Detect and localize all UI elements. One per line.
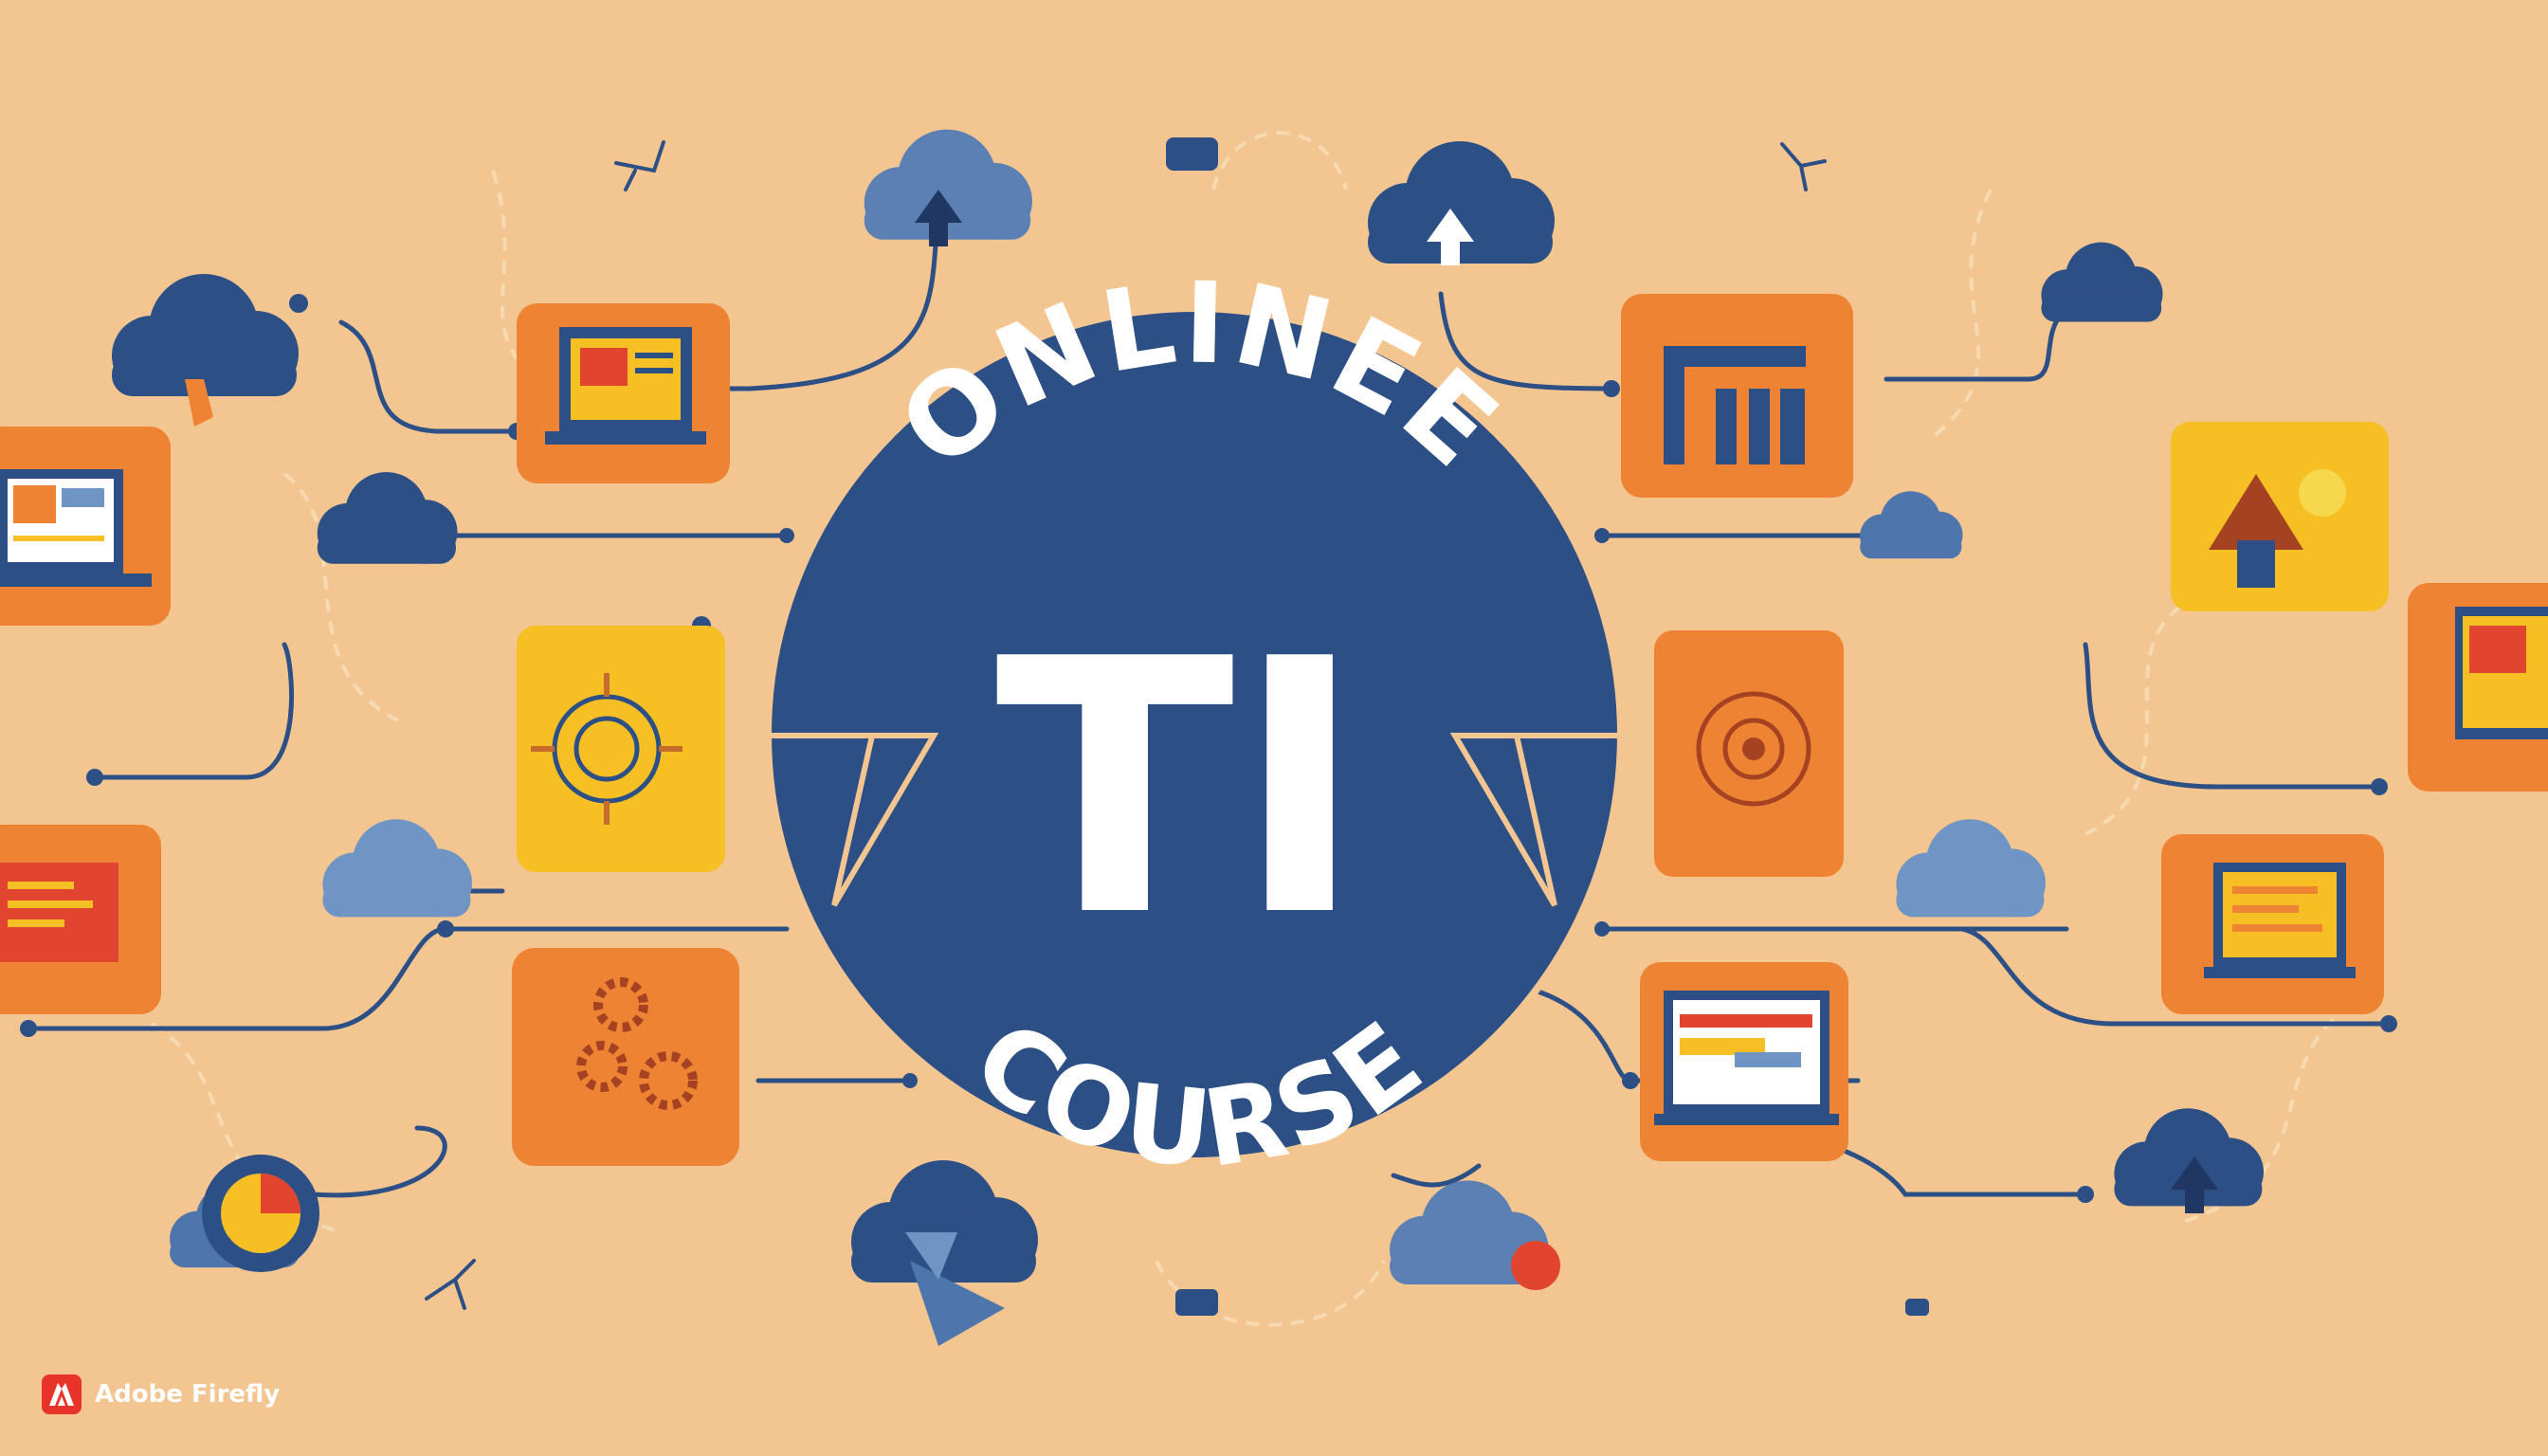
- watermark-label: Adobe Firefly: [95, 1380, 281, 1409]
- pie-chart-icon: [202, 1155, 319, 1272]
- course-illustration: ONLINEE TI COURSE: [0, 129, 2548, 1346]
- cloud-icon: [1896, 819, 2046, 918]
- gear-tile-yellow: [517, 626, 725, 872]
- laptop-tile-right-edge: [2408, 583, 2548, 792]
- laptop-tile-left-edge: [0, 427, 171, 626]
- gear-tile-orange-bottom-left: [512, 948, 739, 1166]
- cloud-icon: [322, 819, 472, 918]
- cloud-icon: [2041, 242, 2163, 322]
- laptop-tile-top-left: [517, 303, 730, 483]
- gear-tile-orange-right: [1654, 630, 1844, 877]
- laptop-tile-bottom-left-edge: [0, 825, 161, 1014]
- adobe-firefly-watermark: Adobe Firefly: [42, 1374, 280, 1414]
- adobe-logo-icon: [42, 1374, 82, 1414]
- house-tile-right: [2171, 422, 2389, 611]
- laptop-tile-bottom-right: [1640, 962, 1848, 1161]
- cloud-icon: [1860, 491, 1963, 559]
- chart-tile-top-right: [1621, 294, 1853, 498]
- cloud-icon: [864, 129, 1032, 240]
- cloud-icon: [1368, 141, 1555, 264]
- badge-title-center: TI: [995, 586, 1365, 993]
- cloud-icon: [317, 472, 458, 564]
- cloud-icon: [112, 274, 299, 396]
- course-badge: ONLINEE TI COURSE: [763, 257, 1626, 1192]
- laptop-tile-right-mid: [2161, 834, 2384, 1014]
